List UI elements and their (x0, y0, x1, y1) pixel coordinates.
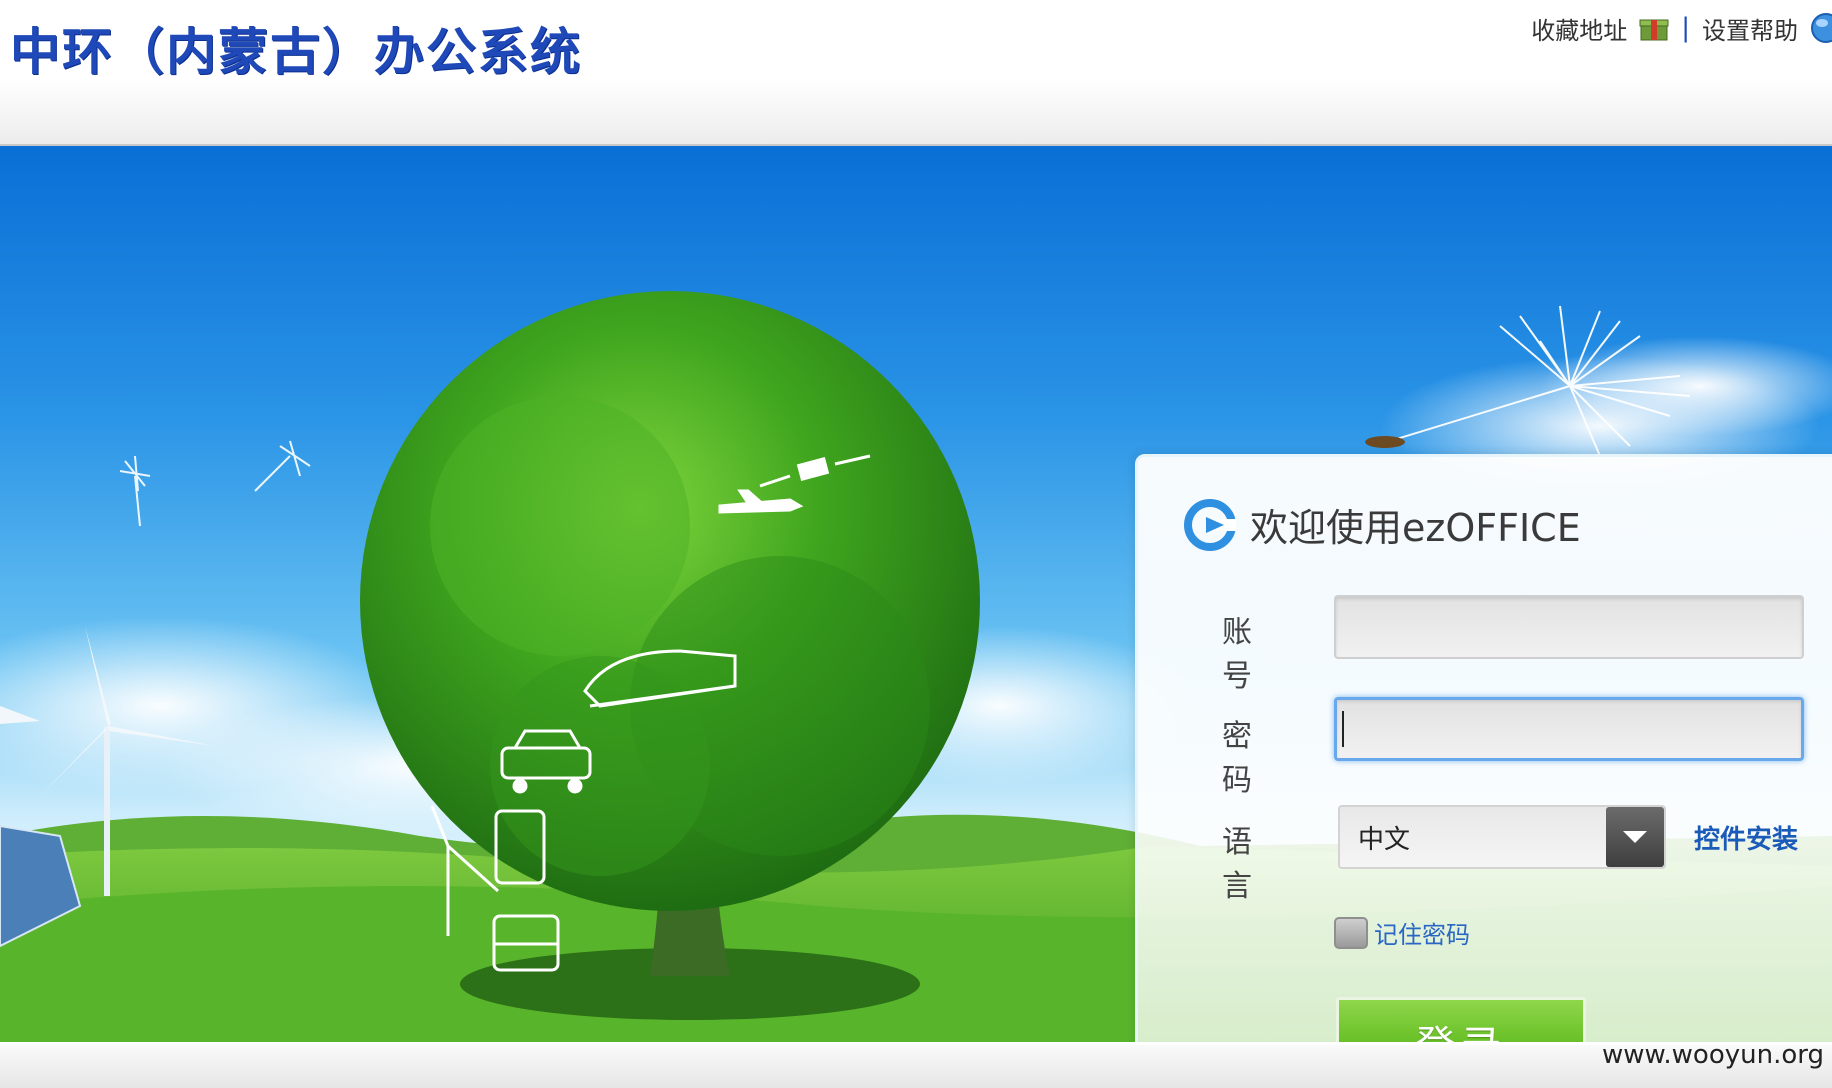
globe-icon[interactable] (1808, 12, 1832, 44)
favorite-link[interactable]: 收藏地址 (1531, 11, 1627, 46)
plugin-install-link[interactable]: 控件安装 (1694, 819, 1798, 856)
chevron-down-icon[interactable] (1606, 807, 1664, 867)
remember-password[interactable]: 记住密码 (1334, 915, 1470, 950)
password-input[interactable] (1334, 697, 1804, 761)
text-caret (1342, 711, 1344, 747)
welcome-title: 欢迎使用ezOFFICE (1250, 506, 1581, 550)
login-title: 欢迎使用ezOFFICE (1184, 497, 1581, 552)
language-selected-value: 中文 (1358, 824, 1411, 855)
watermark: www.wooyun.org (1601, 1040, 1824, 1070)
top-links: 收藏地址 | 设置帮助 (1531, 8, 1832, 48)
account-label: 账号 (1222, 615, 1278, 694)
gift-box-icon[interactable] (1639, 15, 1669, 41)
app-title: 中环（内蒙古）办公系统 (10, 23, 582, 81)
password-label: 密码 (1222, 719, 1278, 798)
link-separator: | (1681, 13, 1690, 43)
language-label: 语言 (1222, 825, 1278, 904)
footer (0, 1042, 1832, 1088)
language-select[interactable]: 中文 (1338, 805, 1666, 869)
help-link[interactable]: 设置帮助 (1702, 11, 1798, 46)
remember-label[interactable]: 记住密码 (1374, 915, 1470, 950)
remember-checkbox[interactable] (1334, 916, 1368, 949)
e-logo-icon (1184, 498, 1236, 551)
account-input[interactable] (1334, 595, 1804, 659)
login-panel: 欢迎使用ezOFFICE 账号 密码 语言 中文 控件安装 记住密码 登录 (1135, 454, 1832, 1088)
header: 中环（内蒙古）办公系统 收藏地址 | 设置帮助 (0, 0, 1832, 146)
